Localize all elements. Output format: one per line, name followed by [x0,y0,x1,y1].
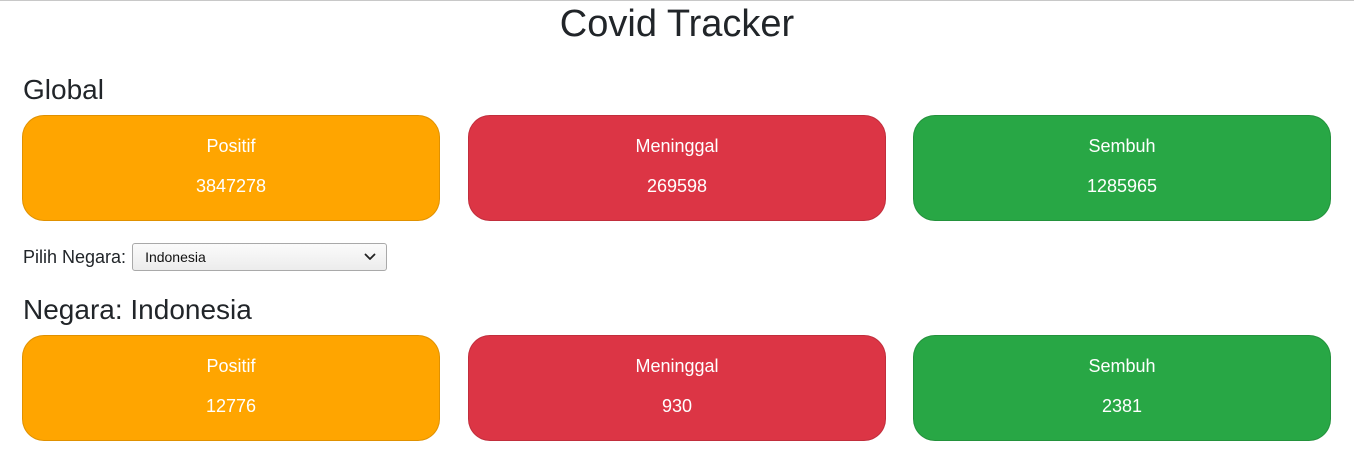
country-recovered-value: 2381 [1101,396,1143,416]
country-recovered-card: Sembuh 2381 [913,335,1331,441]
country-positive-card: Positif 12776 [22,335,440,441]
chevron-down-icon [364,244,376,270]
page: Covid Tracker Global Positif 3847278 Men… [0,0,1354,455]
country-recovered-label: Sembuh [1088,356,1156,376]
country-section-title: Negara: Indonesia [23,294,252,325]
global-positive-value: 3847278 [195,176,267,196]
global-stats-row: Positif 3847278 Meninggal 269598 Sembuh … [22,115,1332,221]
global-recovered-value: 1285965 [1086,176,1158,196]
country-positive-label: Positif [206,356,256,376]
top-divider [0,0,1354,1]
country-select[interactable]: Indonesia [132,243,388,271]
global-section-title: Global [23,74,104,105]
country-select-label: Pilih Negara: [23,247,127,267]
country-deaths-card: Meninggal 930 [468,335,886,441]
global-deaths-value: 269598 [646,176,708,196]
global-recovered-card: Sembuh 1285965 [913,115,1331,221]
country-selector: Pilih Negara: Indonesia [23,242,388,272]
global-deaths-label: Meninggal [635,136,719,156]
country-deaths-value: 930 [661,396,693,416]
global-positive-label: Positif [206,136,256,156]
global-positive-card: Positif 3847278 [22,115,440,221]
country-positive-value: 12776 [205,396,257,416]
country-select-value: Indonesia [145,249,206,265]
country-stats-row: Positif 12776 Meninggal 930 Sembuh 2381 [22,335,1332,441]
global-deaths-card: Meninggal 269598 [468,115,886,221]
page-title: Covid Tracker [559,3,795,45]
country-deaths-label: Meninggal [635,356,719,376]
global-recovered-label: Sembuh [1088,136,1156,156]
